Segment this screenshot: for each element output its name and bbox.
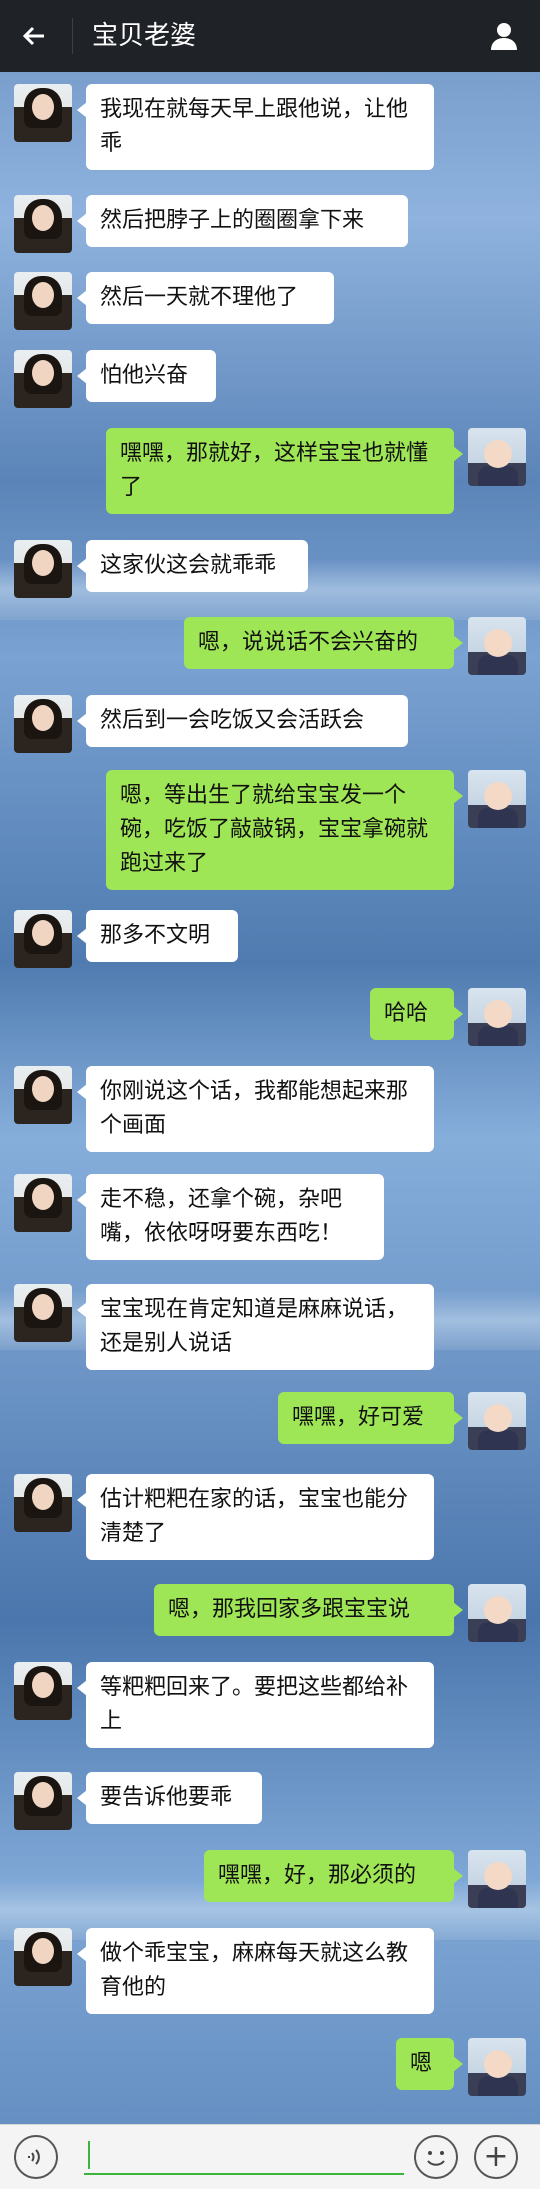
chat-input-bar: + [0,2124,540,2189]
person-icon[interactable] [482,14,526,58]
message-bubble-outgoing[interactable]: 嘿嘿，好可爱 [278,1392,463,1444]
message-bubble-incoming[interactable]: 然后一天就不理他了 [77,272,334,324]
voice-icon[interactable] [14,2135,58,2179]
message-bubble-incoming[interactable]: 我现在就每天早上跟他说，让他乖 [77,84,434,170]
own-avatar[interactable] [468,2038,526,2096]
message-input[interactable] [84,2135,404,2175]
contact-avatar[interactable] [14,1284,72,1342]
own-avatar[interactable] [468,1584,526,1642]
message-bubble-incoming[interactable]: 做个乖宝宝，麻麻每天就这么教育他的 [77,1928,434,2014]
contact-avatar[interactable] [14,195,72,253]
text-caret [88,2141,90,2169]
contact-avatar[interactable] [14,1662,72,1720]
contact-avatar[interactable] [14,1174,72,1232]
own-avatar[interactable] [468,770,526,828]
own-avatar[interactable] [468,617,526,675]
back-arrow-icon[interactable] [14,16,54,56]
own-avatar[interactable] [468,428,526,486]
plus-icon[interactable]: + [474,2135,518,2179]
contact-avatar[interactable] [14,1928,72,1986]
top-bar: 宝贝老婆 [0,0,540,72]
message-bubble-incoming[interactable]: 怕他兴奋 [77,350,216,402]
message-bubble-outgoing[interactable]: 嗯 [396,2038,463,2090]
message-bubble-incoming[interactable]: 然后到一会吃饭又会活跃会 [77,695,408,747]
message-bubble-incoming[interactable]: 走不稳，还拿个碗，杂吧嘴，依依呀呀要东西吃！ [77,1174,384,1260]
own-avatar[interactable] [468,1392,526,1450]
message-bubble-incoming[interactable]: 宝宝现在肯定知道是麻麻说话，还是别人说话 [77,1284,434,1370]
contact-avatar[interactable] [14,350,72,408]
contact-avatar[interactable] [14,272,72,330]
message-bubble-outgoing[interactable]: 哈哈 [370,988,463,1040]
emoji-icon[interactable] [414,2135,458,2179]
message-bubble-incoming[interactable]: 那多不文明 [77,910,238,962]
contact-avatar[interactable] [14,695,72,753]
message-bubble-outgoing[interactable]: 嗯，等出生了就给宝宝发一个碗，吃饭了敲敲锅，宝宝拿碗就跑过来了 [106,770,463,890]
message-bubble-outgoing[interactable]: 嘿嘿，那就好，这样宝宝也就懂了 [106,428,463,514]
contact-avatar[interactable] [14,540,72,598]
message-bubble-incoming[interactable]: 然后把脖子上的圈圈拿下来 [77,195,408,247]
own-avatar[interactable] [468,1850,526,1908]
contact-avatar[interactable] [14,84,72,142]
contact-avatar[interactable] [14,910,72,968]
message-bubble-incoming[interactable]: 估计粑粑在家的话，宝宝也能分清楚了 [77,1474,434,1560]
message-bubble-incoming[interactable]: 要告诉他要乖 [77,1772,262,1824]
message-bubble-outgoing[interactable]: 嗯，那我回家多跟宝宝说 [154,1584,463,1636]
contact-avatar[interactable] [14,1474,72,1532]
chat-title: 宝贝老婆 [92,21,197,51]
message-bubble-outgoing[interactable]: 嘿嘿，好，那必须的 [204,1850,463,1902]
message-bubble-incoming[interactable]: 你刚说这个话，我都能想起来那个画面 [77,1066,434,1152]
message-bubble-incoming[interactable]: 等粑粑回来了。要把这些都给补上 [77,1662,434,1748]
contact-avatar[interactable] [14,1772,72,1830]
message-bubble-incoming[interactable]: 这家伙这会就乖乖 [77,540,308,592]
contact-avatar[interactable] [14,1066,72,1124]
message-bubble-outgoing[interactable]: 嗯，说说话不会兴奋的 [184,617,463,669]
own-avatar[interactable] [468,988,526,1046]
chat-screen: 宝贝老婆 我现在就每天早上跟他说，让他乖 然后把脖子上的圈圈拿下来 然后一天就不… [0,0,540,2189]
header-divider [72,18,73,54]
